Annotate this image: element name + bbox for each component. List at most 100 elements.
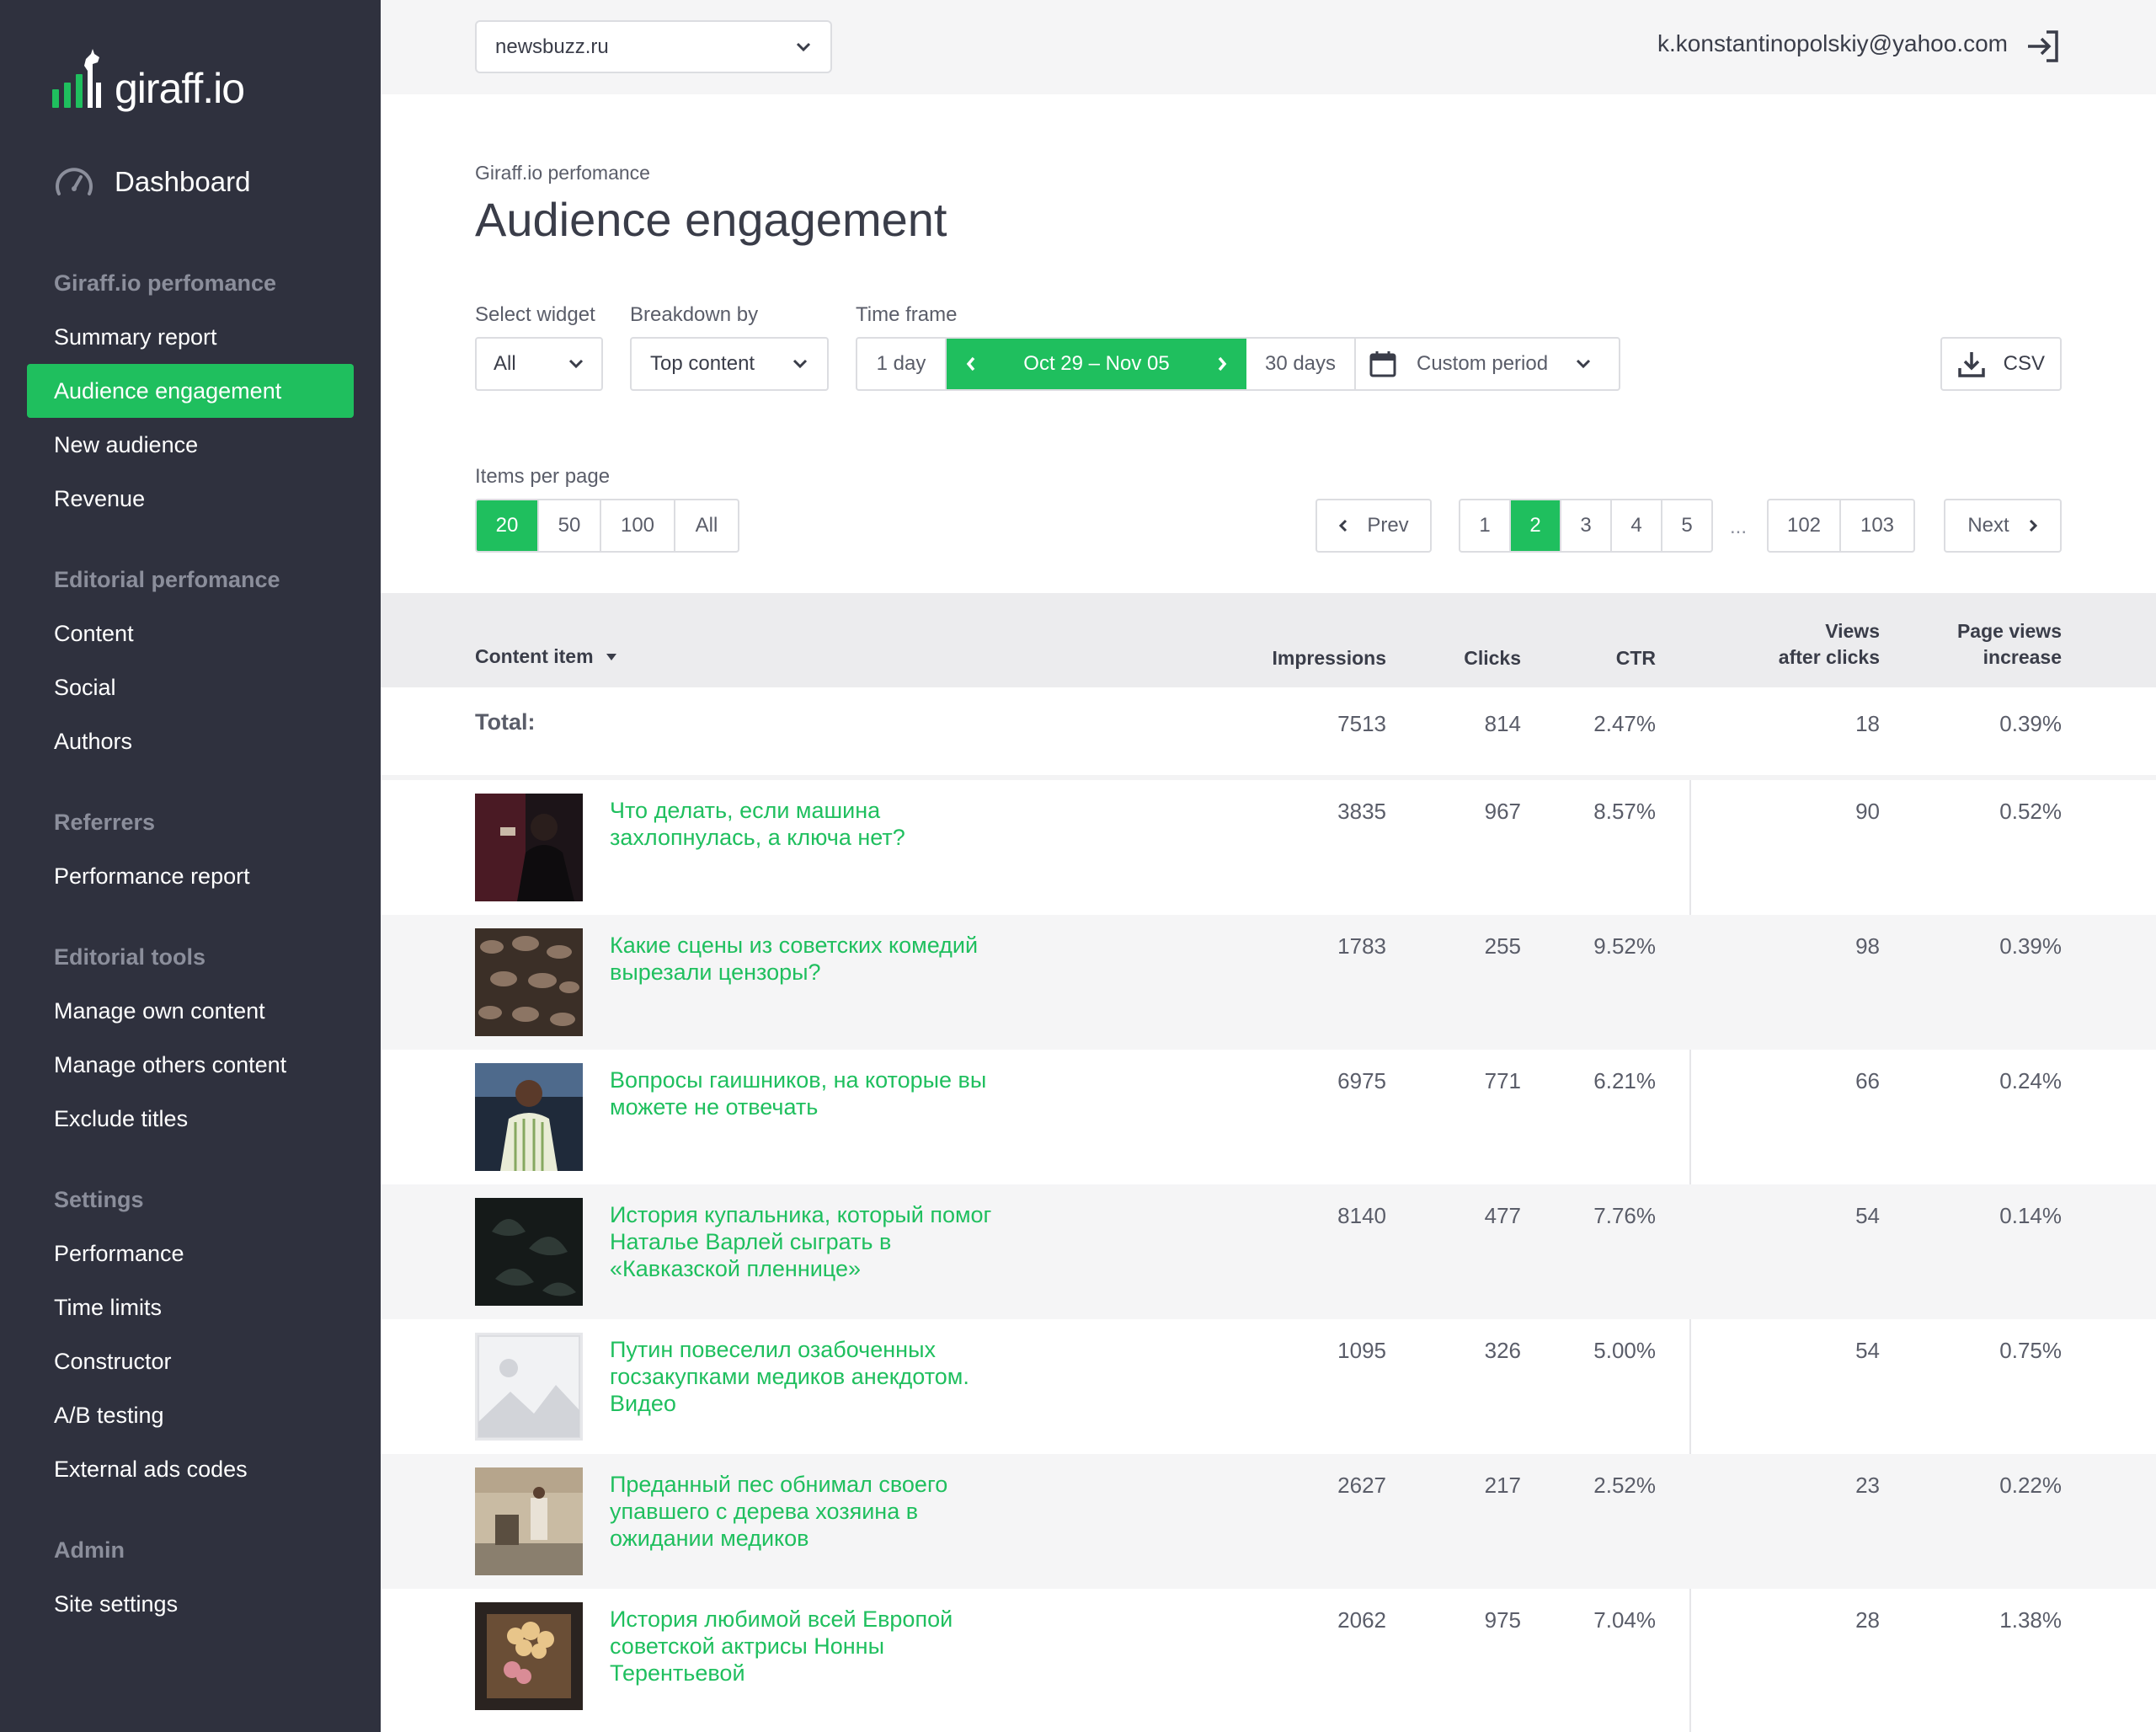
custom-period-label: Custom period: [1417, 352, 1549, 375]
sidebar-item-exclude-titles[interactable]: Exclude titles: [27, 1092, 354, 1146]
breakdown-select[interactable]: Top content: [630, 337, 829, 391]
logo[interactable]: giraff.io: [52, 37, 245, 113]
sidebar-item-summary-report[interactable]: Summary report: [27, 310, 354, 364]
total-increase: 0.39%: [1999, 711, 2062, 736]
article-title-link[interactable]: Вопросы гаишников, на которые вы можете …: [610, 1066, 997, 1120]
csv-download-button[interactable]: CSV: [1940, 337, 2062, 391]
table-row: Что делать, если машина захлопнулась, а …: [381, 780, 2156, 915]
site-select[interactable]: newsbuzz.ru: [475, 20, 832, 73]
widget-select[interactable]: All: [475, 337, 603, 391]
last-page-numbers: 102 103: [1767, 499, 1915, 553]
cell-increase: 0.24%: [1999, 1068, 2062, 1093]
article-title-link[interactable]: История любимой всей Европой советской а…: [610, 1606, 997, 1687]
sidebar-item-new-audience[interactable]: New audience: [27, 418, 354, 472]
chevron-down-icon: [1577, 359, 1591, 369]
cell-ctr: 6.21%: [1593, 1068, 1656, 1093]
next-page-button[interactable]: Next: [1944, 499, 2062, 553]
sidebar-item-performance-report[interactable]: Performance report: [27, 849, 354, 903]
cell-ctr: 8.57%: [1593, 799, 1656, 824]
prev-page-button[interactable]: Prev: [1315, 499, 1432, 553]
timeframe-range[interactable]: Oct 29 – Nov 05: [995, 339, 1198, 389]
ipp-option-100[interactable]: 100: [601, 500, 675, 551]
sidebar-item-audience-engagement[interactable]: Audience engagement: [27, 364, 354, 418]
column-header-ctr[interactable]: CTR: [1555, 645, 1656, 671]
chevron-right-icon: [1218, 356, 1227, 372]
ipp-option-20[interactable]: 20: [477, 500, 539, 551]
timeframe-label: Time frame: [856, 303, 958, 326]
column-header-content: Content item: [475, 645, 594, 667]
sidebar-item-time-limits[interactable]: Time limits: [27, 1280, 354, 1334]
next-page-inner: Next: [1945, 500, 2060, 551]
pagination-ellipsis: ...: [1730, 516, 1748, 538]
article-thumbnail[interactable]: [475, 1063, 583, 1171]
nav-group-header: Editorial perfomance: [54, 567, 280, 592]
csv-label: CSV: [2003, 352, 2045, 375]
article-title-link[interactable]: Что делать, если машина захлопнулась, а …: [610, 797, 997, 851]
ipp-option-50[interactable]: 50: [539, 500, 601, 551]
total-views: 18: [1855, 711, 1880, 736]
nav-group-editorial-performance: Editorial perfomance Content Social Auth…: [0, 553, 381, 768]
page-numbers: 1 2 3 4 5: [1459, 499, 1713, 553]
chevron-left-icon: [966, 356, 975, 372]
timeframe-prev-button[interactable]: [947, 339, 995, 389]
main-content: Giraff.io perfomance Audience engagement…: [381, 94, 2156, 1732]
cell-increase: 0.14%: [1999, 1203, 2062, 1228]
page-button-5[interactable]: 5: [1662, 500, 1711, 551]
article-thumbnail[interactable]: [475, 1198, 583, 1306]
items-per-page-label: Items per page: [475, 465, 611, 488]
column-header-line: increase: [1983, 646, 2062, 668]
sidebar-item-content[interactable]: Content: [27, 607, 354, 660]
sidebar-item-manage-own-content[interactable]: Manage own content: [27, 984, 354, 1038]
ipp-option-all[interactable]: All: [675, 500, 738, 551]
article-thumbnail[interactable]: [475, 1602, 583, 1710]
article-title-link[interactable]: Преданный пес обнимал своего упавшего с …: [610, 1471, 997, 1552]
timeframe-control: 1 day Oct 29 – Nov 05 30 days Custom per…: [856, 337, 1620, 391]
sidebar-item-revenue[interactable]: Revenue: [27, 472, 354, 526]
page-button-3[interactable]: 3: [1561, 500, 1612, 551]
sidebar-item-performance[interactable]: Performance: [27, 1227, 354, 1280]
page-button-1[interactable]: 1: [1460, 500, 1511, 551]
sort-content-item[interactable]: Content item: [475, 645, 617, 668]
timeframe-30-days[interactable]: 30 days: [1246, 339, 1356, 389]
sidebar-item-site-settings[interactable]: Site settings: [27, 1577, 354, 1631]
logout-icon[interactable]: [2025, 29, 2060, 64]
article-thumbnail[interactable]: [475, 794, 583, 901]
page-button-103[interactable]: 103: [1841, 500, 1913, 551]
article-title-link[interactable]: Путин повеселил озабоченных госзакупками…: [610, 1336, 997, 1417]
sidebar-item-manage-others-content[interactable]: Manage others content: [27, 1038, 354, 1092]
column-header-views-after-clicks[interactable]: Views after clicks: [1711, 618, 1880, 671]
article-thumbnail[interactable]: [475, 1333, 583, 1441]
cell-views: 90: [1855, 799, 1880, 824]
speedometer-icon: [56, 168, 93, 195]
prev-page-label: Prev: [1367, 514, 1409, 537]
sidebar-item-dashboard[interactable]: Dashboard: [54, 165, 250, 199]
topbar: newsbuzz.ru k.konstantinopolskiy@yahoo.c…: [381, 0, 2156, 94]
page-button-4[interactable]: 4: [1612, 500, 1662, 551]
column-header-line: Page views: [1956, 620, 2062, 642]
sidebar-item-social[interactable]: Social: [27, 660, 354, 714]
article-thumbnail[interactable]: [475, 928, 583, 1036]
page-button-102[interactable]: 102: [1769, 500, 1841, 551]
cell-increase: 0.22%: [1999, 1473, 2062, 1498]
page-button-2[interactable]: 2: [1511, 500, 1561, 551]
timeframe-custom-period[interactable]: Custom period: [1356, 339, 1619, 389]
column-header-clicks[interactable]: Clicks: [1403, 645, 1521, 671]
nav-group-header: Settings: [54, 1187, 144, 1212]
timeframe-1-day[interactable]: 1 day: [857, 339, 947, 389]
widget-select-label: Select widget: [475, 303, 595, 326]
article-title-link[interactable]: История купальника, который помог Наталь…: [610, 1201, 997, 1282]
sidebar-item-authors[interactable]: Authors: [27, 714, 354, 768]
column-header-page-views-increase[interactable]: Page views increase: [1893, 618, 2062, 671]
calendar-icon: [1369, 351, 1396, 377]
timeframe-next-button[interactable]: [1198, 339, 1246, 389]
table-row: Вопросы гаишников, на которые вы можете …: [381, 1050, 2156, 1184]
cell-ctr: 2.52%: [1593, 1473, 1656, 1498]
sidebar-item-constructor[interactable]: Constructor: [27, 1334, 354, 1388]
sidebar-item-external-ads-codes[interactable]: External ads codes: [27, 1442, 354, 1496]
article-thumbnail[interactable]: [475, 1467, 583, 1575]
sidebar-item-ab-testing[interactable]: A/B testing: [27, 1388, 354, 1442]
article-title-link[interactable]: Какие сцены из советских комедий вырезал…: [610, 932, 997, 986]
total-row: Total: 7513 814 2.47% 18 0.39%: [381, 687, 2156, 780]
cell-views: 23: [1855, 1473, 1880, 1498]
column-header-impressions[interactable]: Impressions: [1201, 645, 1387, 671]
